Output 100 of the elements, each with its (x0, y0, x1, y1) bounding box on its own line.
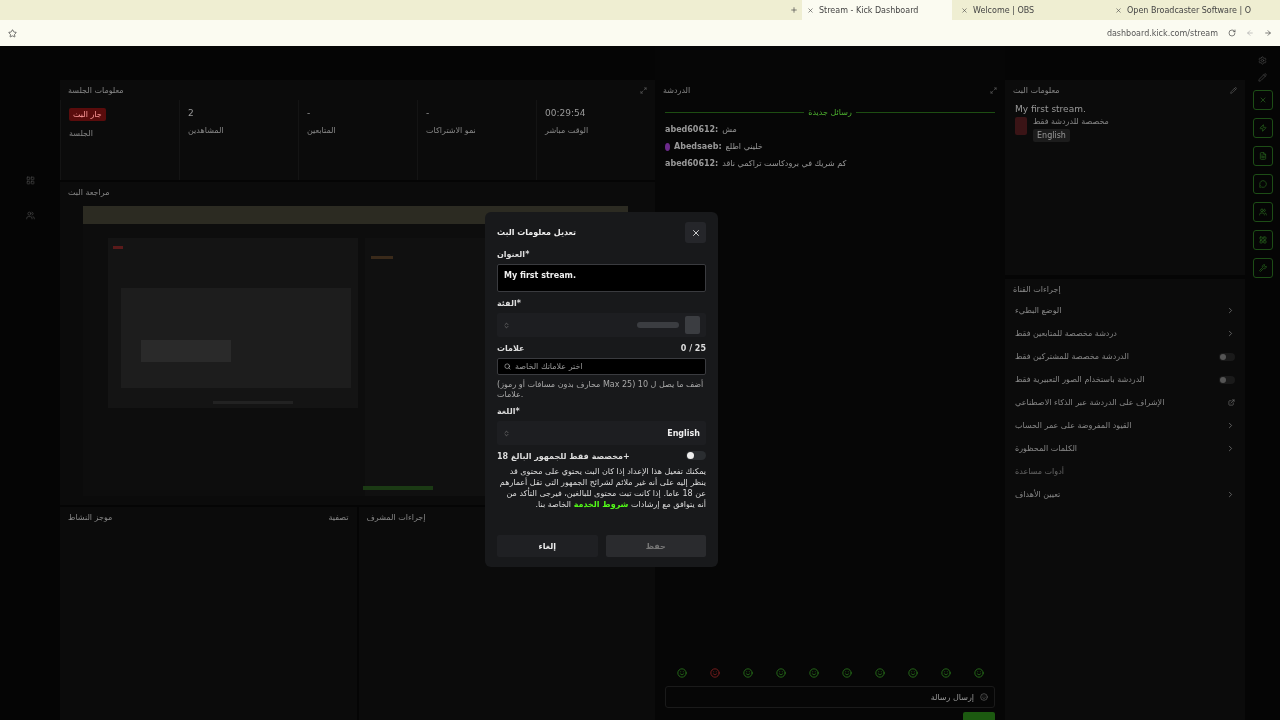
lightning-icon[interactable] (1258, 124, 1267, 132)
close-button[interactable] (685, 222, 706, 243)
chevron-icon (1226, 490, 1235, 499)
field-label: مخصصة فقط للجمهور البالغ 18+ (497, 452, 630, 461)
title-field[interactable]: My first stream. (497, 264, 706, 292)
chat-input[interactable]: إرسال رسالة (665, 686, 995, 708)
panel-title: معلومات الجلسة (68, 85, 124, 95)
close-icon[interactable] (1115, 6, 1122, 14)
emote-icon[interactable] (973, 668, 984, 678)
category-select[interactable] (497, 313, 706, 337)
stat-label: الوقت مباشر (545, 126, 590, 135)
edit-icon[interactable] (1230, 86, 1237, 94)
stat-label: المتابعين (307, 126, 337, 135)
users-icon[interactable] (1258, 208, 1267, 216)
chat-username: abed60612: (665, 125, 719, 134)
chevron-icon (1226, 444, 1235, 453)
terms-link[interactable]: شروط الخدمة (573, 500, 629, 509)
up-down-icon (503, 321, 510, 329)
field-label: العنوان* (497, 250, 531, 259)
close-icon[interactable] (961, 6, 968, 14)
emote-icon[interactable] (775, 668, 786, 678)
settings-icon[interactable] (1258, 56, 1267, 65)
chat-username: Abedsaeb: (674, 142, 722, 151)
grid-icon[interactable] (25, 176, 35, 185)
reload-icon[interactable] (1228, 29, 1236, 37)
field-label: علامات (497, 344, 525, 353)
expand-icon[interactable] (640, 86, 647, 94)
dialog-button[interactable]: إلغاء (497, 535, 598, 557)
new-tab-icon[interactable] (790, 6, 798, 14)
filter-link[interactable]: تصفية (328, 512, 349, 522)
stat-label: نمو الاشتراكات (426, 126, 477, 135)
tags-hint: (محارف بدون مسافات أو رموز Max 25) أضف ما يصل ل 10 علامات. (497, 380, 705, 400)
language-tag: English (1033, 129, 1070, 142)
emote-icon[interactable] (676, 668, 687, 678)
search-icon (504, 363, 511, 370)
channel-action-item[interactable]: الإشراف على الدردشة عبر الذكاء الاصطناعي (1005, 391, 1245, 414)
expand-icon[interactable] (990, 86, 997, 94)
tags-field[interactable]: اختر علاماتك الخاصة (497, 358, 706, 375)
chevron-icon (1226, 306, 1235, 315)
browser-tab[interactable]: Stream - Kick Dashboard (802, 0, 952, 20)
browser-tab[interactable]: Welcome | OBS (956, 0, 1106, 20)
grid-icon[interactable] (1258, 236, 1267, 244)
stat-label: الجلسة (69, 129, 94, 138)
category-text: مخصصة للدردشة فقط (1033, 117, 1109, 126)
channel-action-item[interactable]: الكلمات المحظورة (1005, 437, 1245, 460)
stream-title: My first stream. (1015, 104, 1086, 114)
emote-icon[interactable] (940, 668, 951, 678)
stat-label: المشاهدين (188, 126, 225, 135)
close-icon[interactable] (1258, 96, 1267, 104)
wrench-icon[interactable] (1258, 264, 1267, 272)
emote-icon[interactable] (907, 668, 918, 678)
channel-action-item[interactable]: الدردشة باستخدام الصور التعبيرية فقط (1005, 368, 1245, 391)
stat-value: 00:29:54 (545, 108, 586, 118)
chat-message: مش (722, 125, 737, 134)
emote-icon[interactable] (709, 668, 720, 678)
bookmark-icon[interactable] (8, 28, 17, 38)
new-messages-divider: رسائل جديدة (808, 108, 852, 117)
tag-count: 0 / 25 (680, 344, 706, 353)
toggle-switch[interactable] (1219, 352, 1235, 361)
chevron-icon (1226, 421, 1235, 430)
close-icon[interactable] (807, 6, 814, 14)
document-icon[interactable] (1258, 152, 1267, 160)
url-text: dashboard.kick.com/stream (1106, 28, 1218, 38)
forward-icon[interactable] (1264, 29, 1272, 37)
channel-action-item[interactable]: القيود المفروضة على عمر الحساب (1005, 414, 1245, 437)
panel-title: موجز النشاط (68, 512, 113, 522)
edit-icon[interactable] (1258, 73, 1267, 82)
smiley-icon[interactable] (980, 693, 988, 701)
emote-icon[interactable] (808, 668, 819, 678)
browser-tab[interactable]: Open Broadcaster Software | O (1110, 0, 1260, 20)
language-select[interactable]: English (497, 421, 706, 445)
category-thumbnail (1015, 117, 1027, 135)
emote-icon[interactable] (742, 668, 753, 678)
close-icon (690, 227, 701, 238)
send-button[interactable] (963, 712, 995, 720)
panel-title: مراجعة البث (68, 187, 110, 197)
panel-title: إجراءات القناة (1013, 284, 1061, 294)
stat-value: - (307, 108, 311, 118)
panel-title: الدردشة (663, 85, 691, 95)
field-label: الفئة* (497, 299, 522, 308)
channel-action-item[interactable]: دردشة مخصصة للمتابعين فقط (1005, 322, 1245, 345)
channel-action-item[interactable]: الدردشة مخصصة للمشتركين فقط (1005, 345, 1245, 368)
section-label: أدوات مساعدة (1015, 467, 1064, 476)
emote-icon[interactable] (874, 668, 885, 678)
emote-icon[interactable] (841, 668, 852, 678)
chat-username: abed60612: (665, 159, 719, 168)
chat-message: كم شريك في برودكاست تراكمي ناقد (722, 159, 847, 168)
adult-toggle[interactable] (686, 451, 706, 460)
chat-message: خليني اطلع (725, 142, 763, 151)
panel-title: معلومات البث (1013, 85, 1060, 95)
channel-action-item[interactable]: الوضع البطيء (1005, 299, 1245, 322)
toggle-switch[interactable] (1219, 375, 1235, 384)
back-icon[interactable] (1246, 29, 1254, 37)
chat-bubble-icon[interactable] (1258, 180, 1267, 188)
channel-action-item[interactable]: تعيين الأهداف (1005, 483, 1245, 506)
dialog-title: تعديل معلومات البث (497, 228, 577, 237)
adult-note: يمكنك تفعيل هذا الإعداد إذا كان البث يحتوي على محتوى قد ينظر إليه على أنه غير ملائم لشرائح الجمهور التي تقل أعمارهم عن 18 عاما. إذا كانت تبث محتوى للبالغين، فيرجى التأكد من أنه يتوافق مع إرشادات شروط الخدمة الخاصة بنا. (498, 466, 706, 510)
panel-title: إجراءات المشرف (366, 512, 426, 522)
stat-value: - (426, 108, 430, 118)
users-icon[interactable] (25, 211, 35, 220)
